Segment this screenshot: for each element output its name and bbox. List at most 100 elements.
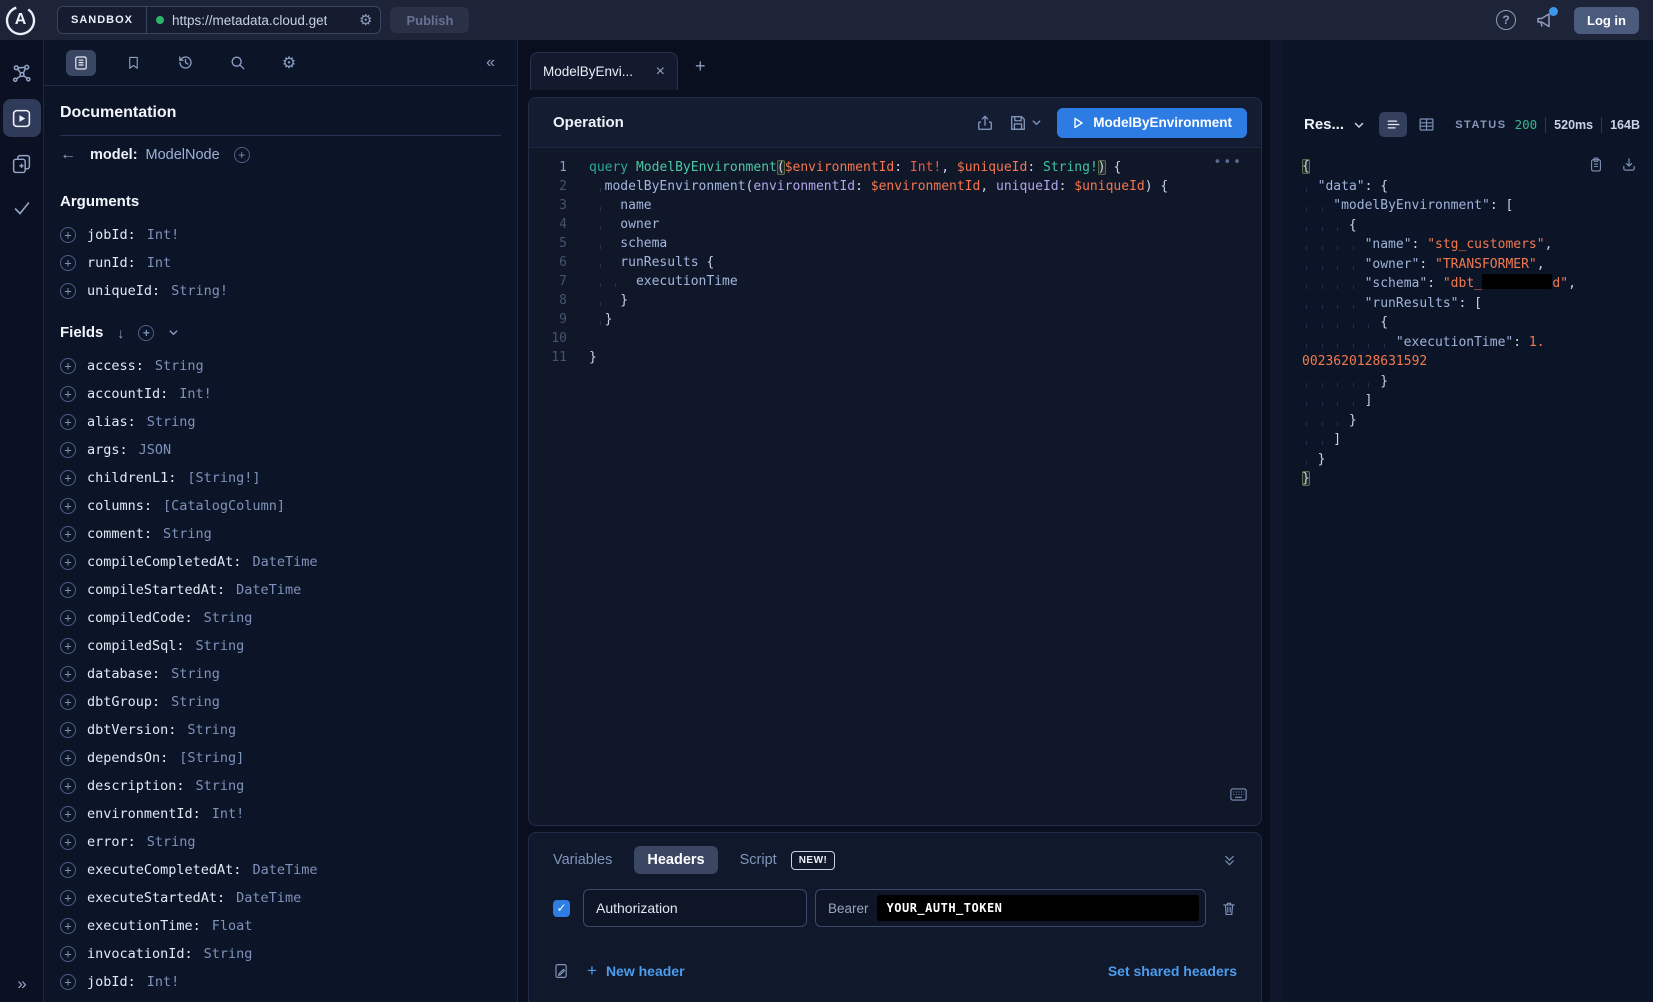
response-title[interactable]: Res... [1304,116,1344,133]
tab-script[interactable]: Script [740,852,777,868]
add-to-query-icon[interactable]: + [60,582,76,598]
documentation-tab-icon[interactable] [66,50,96,76]
connection-settings-icon[interactable]: ⚙ [359,11,380,29]
field-row[interactable]: +comment:String [60,520,501,548]
checks-nav-icon[interactable] [3,189,41,227]
add-to-query-icon[interactable]: + [60,470,76,486]
auth-token-value[interactable]: YOUR_AUTH_TOKEN [877,895,1199,921]
close-tab-icon[interactable]: × [656,63,665,81]
field-row[interactable]: +dbtGroup:String [60,688,501,716]
field-row[interactable]: +description:String [60,772,501,800]
add-to-query-icon[interactable]: + [60,806,76,822]
field-row[interactable]: +environmentId:Int! [60,800,501,828]
add-to-query-icon[interactable]: + [60,750,76,766]
tab-variables[interactable]: Variables [553,852,612,868]
bookmarks-tab-icon[interactable] [118,50,148,76]
add-to-query-icon[interactable]: + [60,498,76,514]
field-row[interactable]: +executeCompletedAt:DateTime [60,856,501,884]
docs-settings-icon[interactable]: ⚙ [274,50,304,76]
collapse-docs-icon[interactable]: « [486,54,495,72]
field-row[interactable]: +executionTime:Float [60,912,501,940]
field-row[interactable]: +dbtVersion:String [60,716,501,744]
save-operation-icon[interactable] [1009,114,1027,132]
field-row[interactable]: +invocationId:String [60,940,501,968]
response-body[interactable]: {"data": {"modelByEnvironment": [{"name"… [1282,150,1653,1002]
field-row[interactable]: +error:String [60,828,501,856]
add-to-query-icon[interactable]: + [60,255,76,271]
add-to-query-icon[interactable]: + [60,778,76,794]
field-row[interactable]: +alias:String [60,408,501,436]
field-row[interactable]: +compileCompletedAt:DateTime [60,548,501,576]
argument-row[interactable]: +runId:Int [60,249,501,277]
add-to-query-icon[interactable]: + [60,946,76,962]
field-row[interactable]: +jobId:Int! [60,968,501,996]
add-to-query-icon[interactable]: + [60,610,76,626]
add-to-query-icon[interactable]: + [60,414,76,430]
editor-more-menu-icon[interactable]: ••• [1214,153,1243,172]
add-to-query-icon[interactable]: + [60,358,76,374]
add-to-query-icon[interactable]: + [60,974,76,990]
add-to-query-icon[interactable]: + [60,227,76,243]
copy-response-icon[interactable] [1588,156,1604,173]
field-row[interactable]: +compileStartedAt:DateTime [60,576,501,604]
new-tab-icon[interactable]: + [695,56,706,77]
announcements-icon[interactable] [1535,10,1555,30]
new-header-button[interactable]: + New header [587,961,685,981]
schema-nav-icon[interactable] [3,54,41,92]
field-row[interactable]: +executeStartedAt:DateTime [60,884,501,912]
set-shared-headers-link[interactable]: Set shared headers [1108,963,1237,979]
query-editor[interactable]: ••• 1query ModelByEnvironment($environme… [529,148,1261,825]
header-value-input[interactable]: Bearer YOUR_AUTH_TOKEN [815,889,1206,927]
operation-tab[interactable]: ModelByEnvi... × [530,52,678,90]
argument-row[interactable]: +uniqueId:String! [60,277,501,305]
add-to-query-icon[interactable]: + [60,554,76,570]
search-tab-icon[interactable] [222,50,252,76]
add-to-query-icon[interactable]: + [60,834,76,850]
header-name-input[interactable]: Authorization [583,889,807,927]
field-row[interactable]: +compiledCode:String [60,604,501,632]
save-options-chevron-icon[interactable] [1031,117,1042,128]
add-to-query-icon[interactable]: + [60,442,76,458]
field-row[interactable]: +childrenL1:[String!] [60,464,501,492]
add-model-to-query-icon[interactable]: + [234,147,250,163]
download-response-icon[interactable] [1621,156,1637,173]
add-to-query-icon[interactable]: + [60,890,76,906]
add-to-query-icon[interactable]: + [60,918,76,934]
field-row[interactable]: +accountId:Int! [60,380,501,408]
response-dropdown-chevron-icon[interactable] [1353,119,1365,131]
json-view-toggle-icon[interactable] [1379,112,1407,137]
add-to-query-icon[interactable]: + [60,694,76,710]
back-icon[interactable]: ← [60,146,76,164]
panel-resizer[interactable] [1270,40,1282,1002]
run-operation-button[interactable]: ModelByEnvironment [1057,108,1247,138]
field-row[interactable]: +compiledSql:String [60,632,501,660]
field-row[interactable]: +columns:[CatalogColumn] [60,492,501,520]
field-row[interactable]: +database:String [60,660,501,688]
add-to-query-icon[interactable]: + [60,638,76,654]
fields-options-chevron-icon[interactable] [168,327,179,338]
operation-collections-nav-icon[interactable] [3,144,41,182]
explorer-nav-icon[interactable] [3,99,41,137]
share-operation-icon[interactable] [976,114,994,132]
header-presets-icon[interactable] [553,962,570,980]
add-to-query-icon[interactable]: + [60,283,76,299]
sort-fields-icon[interactable]: ↓ [117,325,124,341]
history-tab-icon[interactable] [170,50,200,76]
publish-button[interactable]: Publish [390,7,469,33]
keyboard-shortcuts-icon[interactable] [1230,788,1247,801]
add-to-query-icon[interactable]: + [60,722,76,738]
help-icon[interactable]: ? [1496,10,1516,30]
field-row[interactable]: +dependsOn:[String] [60,744,501,772]
field-row[interactable]: +access:String [60,352,501,380]
expand-rail-icon[interactable]: » [0,974,44,994]
collapse-panel-icon[interactable] [1222,853,1237,868]
add-to-query-icon[interactable]: + [60,666,76,682]
field-row[interactable]: +args:JSON [60,436,501,464]
delete-header-icon[interactable] [1221,900,1237,917]
login-button[interactable]: Log in [1574,7,1639,34]
breadcrumb-type[interactable]: ModelNode [146,147,220,163]
add-to-query-icon[interactable]: + [60,386,76,402]
table-view-toggle-icon[interactable] [1418,116,1435,133]
argument-row[interactable]: +jobId:Int! [60,221,501,249]
add-to-query-icon[interactable]: + [60,526,76,542]
